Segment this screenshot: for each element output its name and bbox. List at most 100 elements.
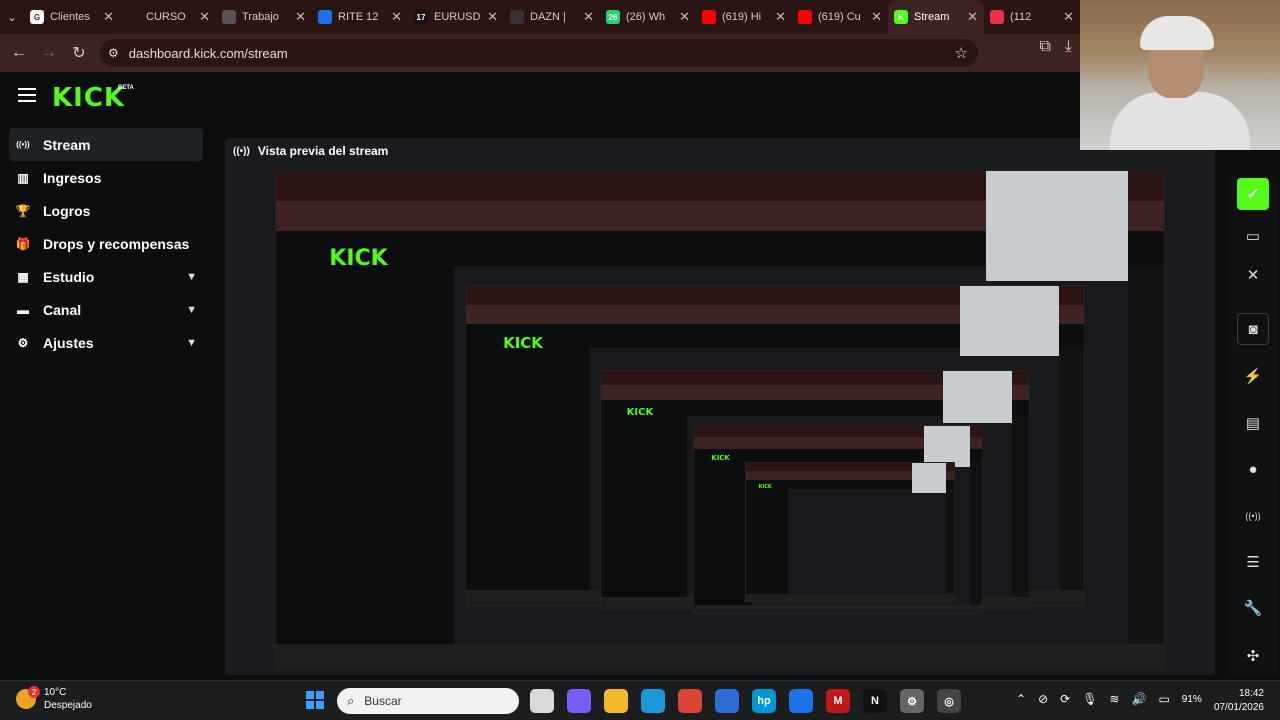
tab-favicon-icon: [990, 10, 1004, 24]
browser-tab[interactable]: (112 ✕: [984, 0, 1080, 34]
tab-close-icon[interactable]: ✕: [583, 9, 594, 25]
tab-close-icon[interactable]: ✕: [679, 9, 690, 25]
browser-tab[interactable]: 17 EURUSD ✕: [408, 0, 504, 34]
tab-label: (112: [1010, 11, 1032, 23]
tab-close-icon[interactable]: ✕: [775, 9, 786, 25]
back-icon[interactable]: ←: [4, 38, 34, 68]
mcafee-icon[interactable]: M: [826, 689, 850, 713]
browser-tab[interactable]: Trabajo ✕: [216, 0, 312, 34]
tab-label: EURUSD: [434, 11, 481, 23]
check-icon[interactable]: ✓: [1237, 178, 1269, 210]
chevron-down-icon[interactable]: ▼: [186, 337, 197, 349]
copilot-icon[interactable]: [567, 689, 591, 713]
tab-favicon-icon: K: [894, 10, 908, 24]
panel-title: Vista previa del stream: [257, 144, 389, 158]
tab-label: (619) Hi: [722, 11, 762, 23]
settings-icon[interactable]: ⚙: [900, 689, 924, 713]
tab-close-icon[interactable]: ✕: [199, 9, 210, 25]
taskbar-search[interactable]: ⌕ Buscar: [337, 688, 519, 714]
forward-icon[interactable]: →: [34, 38, 64, 68]
volume-icon[interactable]: 🔊: [1131, 692, 1146, 706]
close-icon[interactable]: ✕: [1237, 259, 1269, 291]
tab-close-icon[interactable]: ✕: [871, 9, 882, 25]
layout-icon[interactable]: ▭: [1237, 220, 1269, 252]
lightning-icon[interactable]: ⚡: [1237, 360, 1269, 392]
sidebar-item-ingresos[interactable]: ▥ Ingresos: [9, 161, 203, 194]
sidebar-item-stream[interactable]: ((•)) Stream: [9, 128, 203, 161]
download-icon[interactable]: ⤓: [1065, 38, 1072, 56]
mini-logo: KICK: [758, 483, 772, 490]
file-icon[interactable]: [530, 689, 554, 713]
mini-rail: [1059, 346, 1084, 603]
browser-tab[interactable]: K Stream ✕: [888, 0, 984, 34]
tab-label: Clientes: [50, 11, 90, 23]
chevron-down-icon[interactable]: ▼: [186, 304, 197, 316]
chevron-down-icon[interactable]: ▼: [186, 271, 197, 283]
hamburger-menu-icon[interactable]: [18, 88, 36, 102]
mic-icon[interactable]: 🎙: [1082, 692, 1097, 706]
system-tray: ⌃ ⊘ ⟳ 🎙 ≋ 🔊 ▭ 91%: [1016, 692, 1202, 706]
tab-close-icon[interactable]: ✕: [1063, 9, 1074, 25]
broadcast-icon[interactable]: ((•)): [1237, 500, 1269, 532]
tab-label: Stream: [914, 11, 950, 23]
sync-icon[interactable]: ⟳: [1060, 692, 1070, 706]
edge-icon[interactable]: [641, 689, 665, 713]
chart-icon: ▥: [17, 170, 29, 185]
gift-icon: 🎁: [15, 236, 31, 251]
browser-tab[interactable]: (619) Hi ✕: [696, 0, 792, 34]
windows-start-icon[interactable]: [306, 691, 324, 709]
tab-close-icon[interactable]: ✕: [487, 9, 498, 25]
tab-close-icon[interactable]: ✕: [967, 9, 978, 25]
webcam-overlay: [1080, 0, 1280, 150]
netflix-icon[interactable]: N: [863, 689, 887, 713]
weather-widget[interactable]: 2 10°C Despejado: [16, 686, 92, 712]
store-icon[interactable]: [715, 689, 739, 713]
browser-tab[interactable]: CURSO ✕: [120, 0, 216, 34]
tab-close-icon[interactable]: ✕: [103, 9, 114, 25]
sidebar-item-drops[interactable]: 🎁 Drops y recompensas: [9, 227, 203, 260]
no-bluetooth-icon[interactable]: ⊘: [1038, 692, 1048, 706]
sidebar-item-canal[interactable]: ▬ Canal ▼: [9, 293, 203, 326]
sidebar-item-logros[interactable]: 🏆 Logros: [9, 194, 203, 227]
sidebar-nav: ((•)) Stream ▥ Ingresos 🏆 Logros 🎁 Drops y reco…: [0, 128, 212, 359]
system-clock[interactable]: 18:42 07/01/2026: [1214, 687, 1264, 715]
extensions-icon[interactable]: ⧉: [1039, 38, 1050, 56]
chevron-up-icon[interactable]: ⌃: [1016, 692, 1026, 706]
tab-close-icon[interactable]: ✕: [295, 9, 306, 25]
wrench-icon[interactable]: 🔧: [1237, 592, 1269, 624]
reload-icon[interactable]: ↻: [64, 38, 94, 68]
sidebar-item-estudio[interactable]: ▦ Estudio ▼: [9, 260, 203, 293]
tab-favicon-icon: G: [30, 10, 44, 24]
chat-icon[interactable]: ●: [1237, 453, 1269, 485]
browser-tab[interactable]: (619) Cu ✕: [792, 0, 888, 34]
connections-icon[interactable]: ✣: [1237, 640, 1269, 672]
wifi-icon[interactable]: ≋: [1109, 692, 1119, 706]
mini-panel: [787, 489, 950, 597]
address-bar[interactable]: ⚙ dashboard.kick.com/stream ☆: [100, 39, 978, 67]
kick-logo[interactable]: KICK: [52, 83, 125, 113]
browser-tabbar: ⌄ G Clientes ✕ CURSO ✕ Trabajo ✕ RITE 12 ✕ 17 EURU…: [0, 0, 1080, 34]
chrome-blue-icon[interactable]: [789, 689, 813, 713]
document-icon[interactable]: ▤: [1237, 407, 1269, 439]
browser-tab[interactable]: 26 (26) Wh ✕: [600, 0, 696, 34]
stack-icon[interactable]: ☰: [1237, 546, 1269, 578]
sidebar-item-label: Estudio: [43, 268, 95, 285]
sidebar-item-ajustes[interactable]: ⚙ Ajustes ▼: [9, 326, 203, 359]
bookmark-star-icon[interactable]: ☆: [955, 44, 968, 62]
browser-tab[interactable]: RITE 12 ✕: [312, 0, 408, 34]
battery-icon[interactable]: ▭: [1158, 692, 1169, 706]
sidebar-item-label: Ingresos: [43, 169, 102, 186]
tab-search-icon[interactable]: ⌄: [0, 0, 24, 34]
tab-close-icon[interactable]: ✕: [391, 9, 402, 25]
mini-logo: KICK: [503, 334, 543, 352]
sidebar-item-label: Drops y recompensas: [43, 235, 190, 252]
folder-icon[interactable]: [604, 689, 628, 713]
chatgpt-icon[interactable]: ◎: [937, 689, 961, 713]
browser-tab[interactable]: G Clientes ✕: [24, 0, 120, 34]
camera-icon[interactable]: ◙: [1237, 313, 1269, 345]
browser-tab[interactable]: DAZN | ✕: [504, 0, 600, 34]
hp-icon[interactable]: hp: [752, 689, 776, 713]
chrome-icon[interactable]: [678, 689, 702, 713]
mini-logo: KICK: [626, 406, 654, 418]
site-info-icon[interactable]: ⚙: [108, 46, 119, 60]
